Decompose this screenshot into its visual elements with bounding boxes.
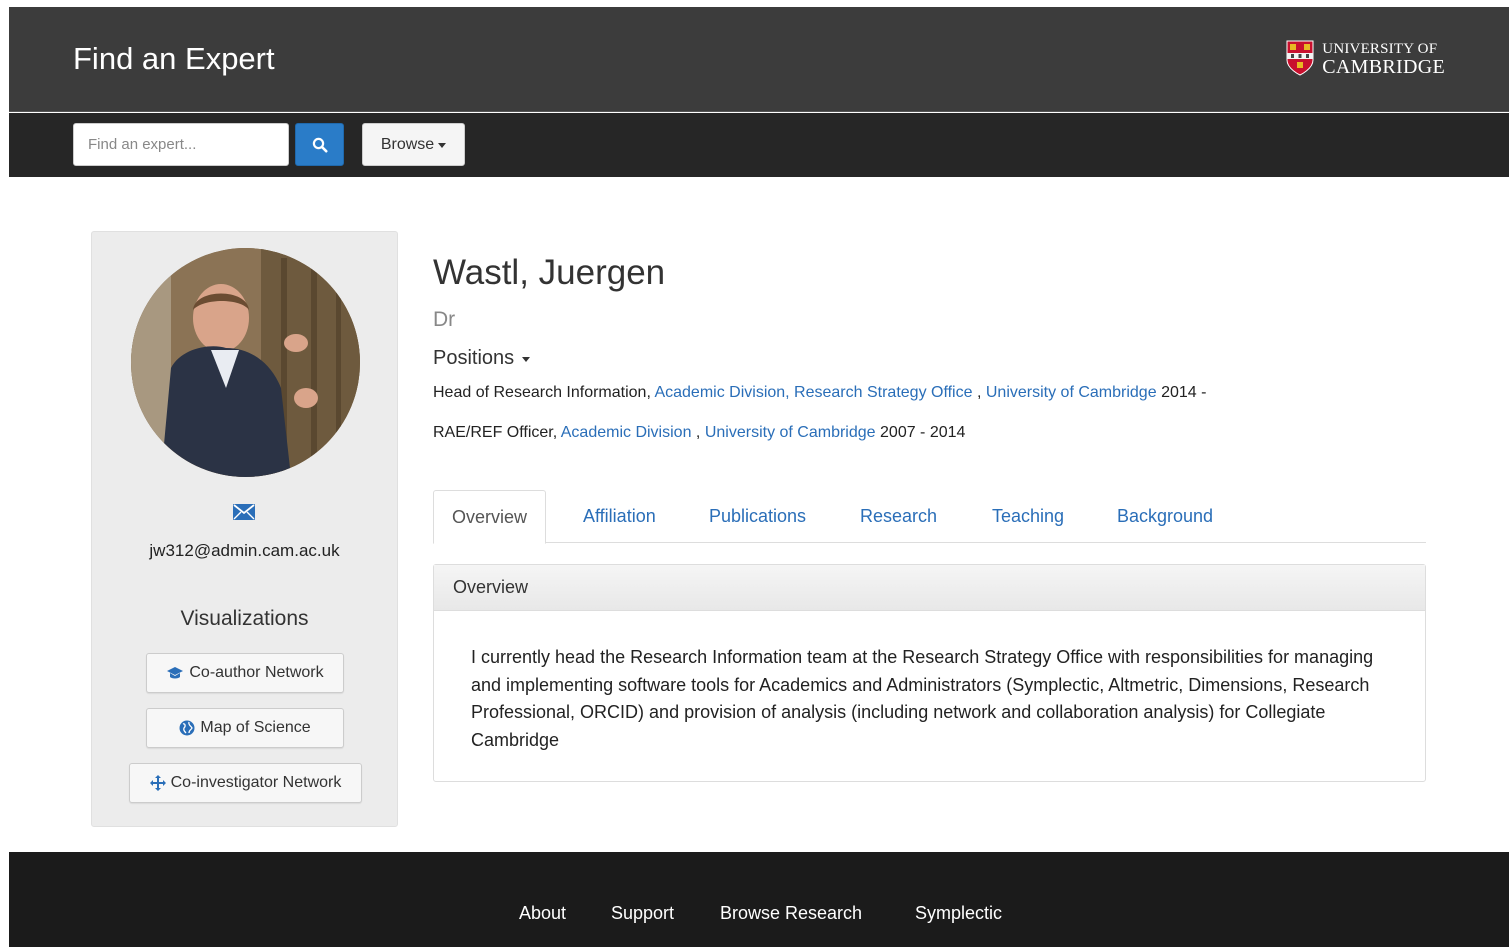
position-item: Head of Research Information, Academic D… (433, 384, 1206, 402)
position-separator: , (695, 424, 701, 441)
position-years: 2014 - (1161, 384, 1207, 401)
position-separator: , (976, 384, 982, 401)
tab-background[interactable]: Background (1117, 490, 1213, 543)
map-of-science-button[interactable]: Map of Science (146, 708, 344, 748)
overview-panel-heading: Overview (434, 565, 1425, 611)
footer-link-browse-research[interactable]: Browse Research (720, 903, 862, 924)
position-years: 2007 - 2014 (880, 424, 966, 441)
university-name-line2: CAMBRIDGE (1322, 56, 1445, 78)
footer-link-support[interactable]: Support (611, 903, 674, 924)
footer-link-symplectic[interactable]: Symplectic (915, 903, 1002, 924)
tab-research[interactable]: Research (860, 490, 937, 543)
positions-label: Positions (433, 347, 515, 369)
tab-affiliation[interactable]: Affiliation (583, 490, 656, 543)
footer-link-about[interactable]: About (519, 903, 566, 924)
position-title: Head of Research Information, (433, 384, 651, 401)
chevron-down-icon (438, 143, 447, 148)
profile-main: Wastl, Juergen Dr Positions Head of Rese… (433, 253, 1426, 441)
position-organization-link[interactable]: University of Cambridge (986, 384, 1157, 401)
position-item: RAE/REF Officer, Academic Division , Uni… (433, 424, 965, 442)
globe-icon (179, 720, 195, 736)
co-investigator-network-button[interactable]: Co-investigator Network (129, 763, 362, 803)
tab-teaching[interactable]: Teaching (992, 490, 1064, 543)
graduation-cap-icon (167, 667, 184, 679)
visualizations-heading: Visualizations (180, 607, 309, 630)
co-author-network-label: Co-author Network (189, 664, 324, 681)
chevron-down-icon (522, 357, 531, 362)
co-author-network-button[interactable]: Co-author Network (146, 653, 344, 693)
search-icon (312, 137, 327, 152)
email-address[interactable]: jw312@admin.cam.ac.uk (92, 541, 397, 561)
positions-toggle[interactable]: Positions (433, 347, 531, 370)
search-bar: Browse (9, 113, 1509, 177)
overview-panel: Overview I currently head the Research I… (433, 564, 1426, 782)
site-title[interactable]: Find an Expert (73, 41, 275, 77)
browse-label: Browse (380, 135, 435, 153)
position-organization-link[interactable]: University of Cambridge (705, 424, 876, 441)
tab-publications[interactable]: Publications (709, 490, 806, 543)
search-input[interactable] (73, 123, 289, 166)
person-honorific: Dr (433, 308, 456, 331)
position-department-link[interactable]: Academic Division (561, 424, 692, 441)
university-crest-icon (1286, 40, 1314, 76)
search-button[interactable] (295, 123, 344, 166)
overview-text: I currently head the Research Informatio… (471, 647, 1374, 750)
avatar (131, 248, 360, 477)
network-move-icon (149, 775, 166, 791)
position-title: RAE/REF Officer, (433, 424, 558, 441)
profile-sidebar: jw312@admin.cam.ac.uk Visualizations Co-… (91, 231, 398, 827)
profile-photo (131, 248, 360, 477)
person-name: Wastl, Juergen (433, 253, 666, 292)
site-footer: About Support Browse Research Symplectic (9, 852, 1509, 947)
envelope-icon[interactable] (233, 504, 255, 520)
university-logo[interactable]: UNIVERSITY OF CAMBRIDGE (1286, 40, 1445, 78)
co-investigator-network-label: Co-investigator Network (170, 774, 342, 791)
page: Find an Expert UNIVERSITY OF CAMBRIDGE F… (9, 7, 1509, 947)
tab-overview[interactable]: Overview (433, 490, 547, 544)
map-of-science-label: Map of Science (200, 719, 311, 736)
site-header: Find an Expert UNIVERSITY OF CAMBRIDGE (9, 7, 1509, 112)
browse-dropdown-button[interactable]: Browse (362, 123, 465, 166)
profile-tabs: Overview Affiliation Publications Resear… (433, 490, 1426, 544)
position-department-link[interactable]: Academic Division, Research Strategy Off… (654, 384, 972, 401)
